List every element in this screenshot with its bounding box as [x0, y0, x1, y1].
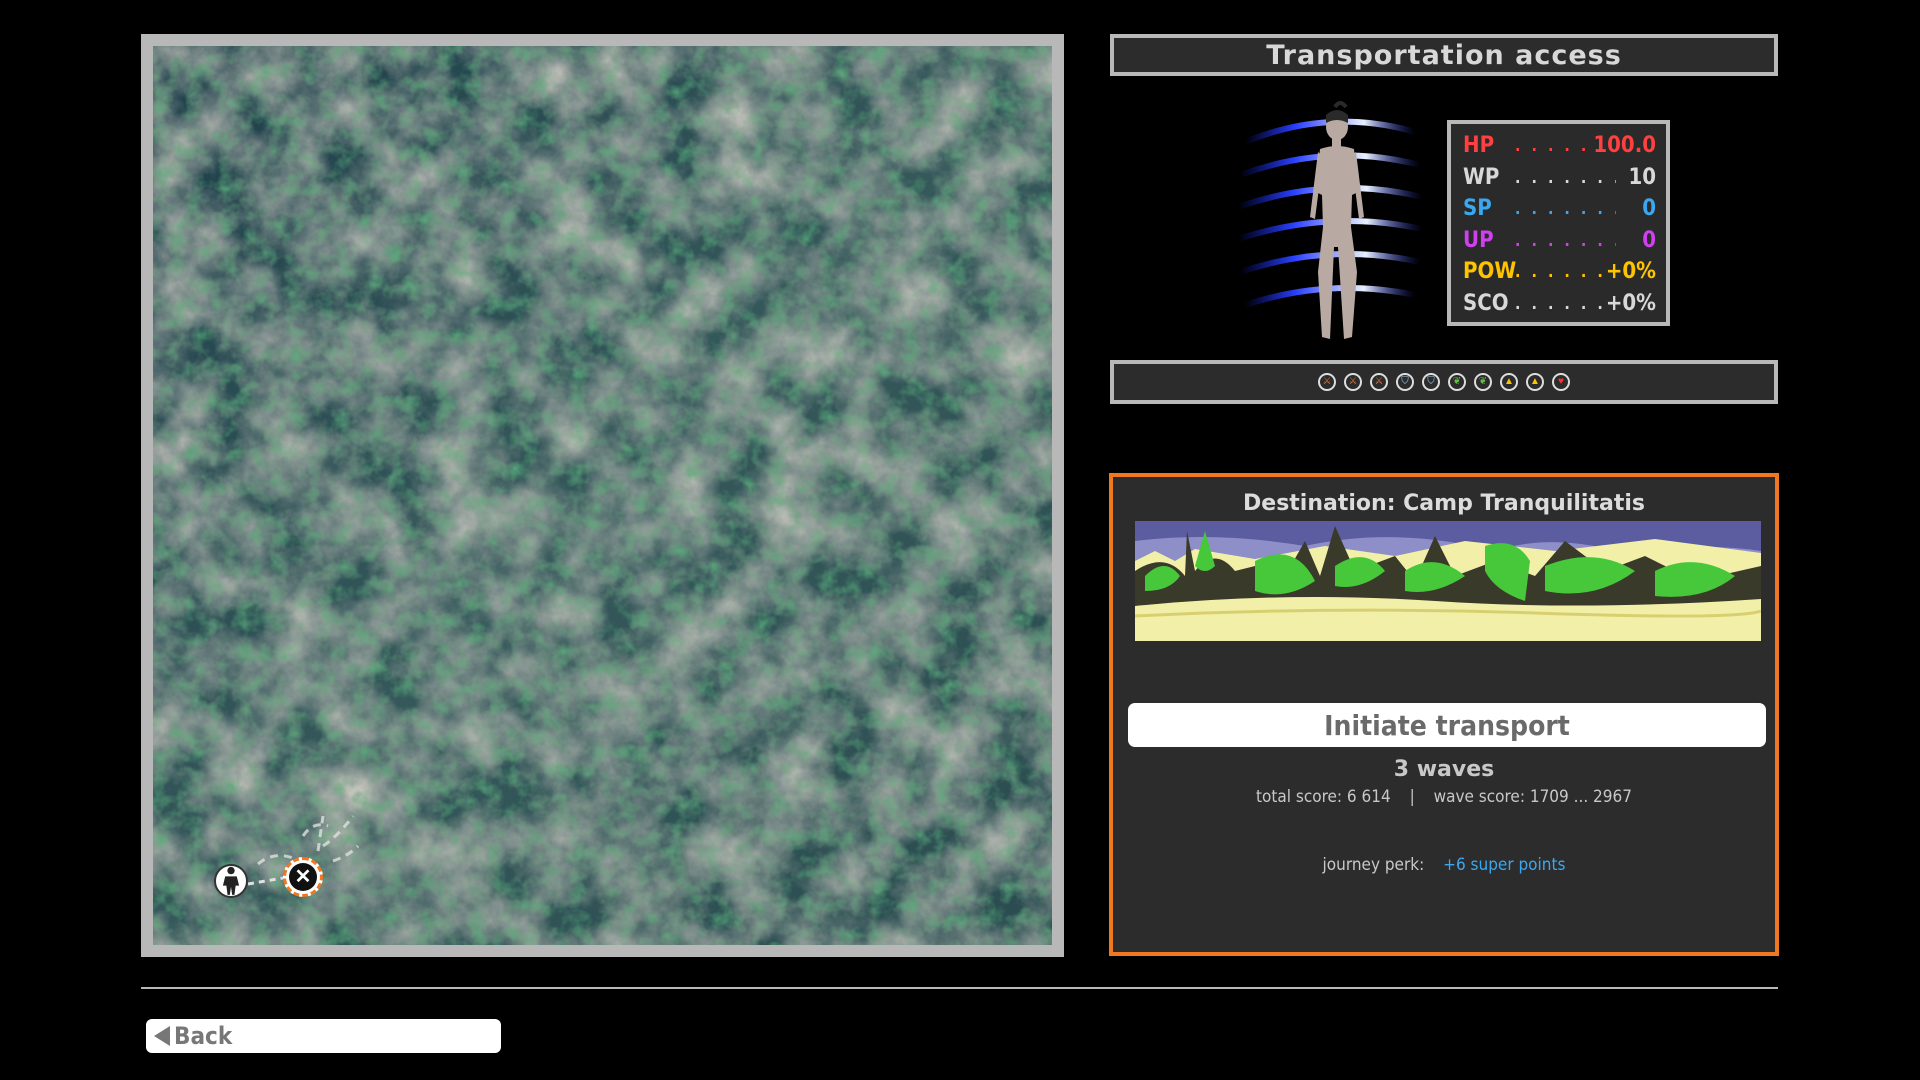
- leaf-buff-icon[interactable]: ❦: [1448, 373, 1466, 391]
- back-button[interactable]: Back: [146, 1019, 501, 1053]
- destination-title: Destination: Camp Tranquilitatis: [1243, 491, 1645, 516]
- terrain-texture: [153, 46, 1052, 945]
- stat-row-up: UP . . . . . . . . . . . . 0: [1463, 225, 1656, 257]
- close-x-icon: ✕: [289, 863, 317, 891]
- stat-dots: . . . . . . . . . . . .: [1515, 199, 1616, 219]
- stat-value: 100.0: [1593, 133, 1656, 159]
- stat-value: 10: [1628, 164, 1656, 190]
- stat-label: WP: [1463, 164, 1500, 190]
- back-label: Back: [174, 1022, 233, 1050]
- stat-dots: . . . . . .: [1515, 262, 1606, 282]
- terrain-map[interactable]: ✕: [153, 46, 1052, 945]
- stat-row-sco: SCO . . . . . . +0%: [1463, 288, 1656, 320]
- perk-value: +6 super points: [1443, 855, 1566, 875]
- stat-dots: . . . . . . . . . . . .: [1515, 230, 1616, 250]
- stat-value: 0: [1642, 196, 1656, 222]
- stat-label: SCO: [1463, 290, 1509, 316]
- stat-row-hp: HP . . . . . . . . . . 100.0: [1463, 130, 1656, 162]
- sword-buff-icon[interactable]: ⚔: [1344, 373, 1362, 391]
- shield-buff-icon[interactable]: ⛉: [1422, 373, 1440, 391]
- perk-label: journey perk:: [1322, 855, 1425, 875]
- map-frame: ✕: [141, 34, 1064, 957]
- stat-row-wp: WP . . . . . . . . . . 10: [1463, 162, 1656, 194]
- score-separator: |: [1409, 787, 1415, 807]
- player-marker: [214, 864, 248, 898]
- score-line: total score: 6 614 | wave score: 1709 ..…: [1113, 787, 1775, 807]
- stat-value: +0%: [1605, 259, 1656, 285]
- heart-buff-icon[interactable]: ♥: [1552, 373, 1570, 391]
- wave-score: wave score: 1709 ... 2967: [1433, 787, 1632, 807]
- destination-preview-image: [1135, 521, 1761, 641]
- character-portrait: [1230, 97, 1440, 352]
- buff-bar: ⚔ ⚔ ⚔ ⛉ ⛉ ❦ ❦ ▲ ▲ ♥: [1110, 360, 1778, 404]
- stat-label: POW: [1463, 259, 1517, 285]
- sword-buff-icon[interactable]: ⚔: [1318, 373, 1336, 391]
- stat-label: SP: [1463, 196, 1492, 222]
- page-title: Transportation access: [1266, 39, 1622, 71]
- journey-perk: journey perk: +6 super points: [1113, 855, 1775, 875]
- stat-value: 0: [1642, 227, 1656, 253]
- stat-dots: . . . . . . . . . .: [1515, 136, 1593, 156]
- arrow-up-buff-icon[interactable]: ▲: [1500, 373, 1518, 391]
- total-score: total score: 6 614: [1256, 787, 1391, 807]
- destination-panel: Destination: Camp Tranquilitatis Initiat…: [1109, 473, 1779, 956]
- stat-row-sp: SP . . . . . . . . . . . . 0: [1463, 193, 1656, 225]
- sword-buff-icon[interactable]: ⚔: [1370, 373, 1388, 391]
- stat-label: UP: [1463, 227, 1494, 253]
- stat-label: HP: [1463, 133, 1495, 159]
- stat-row-pow: POW . . . . . . +0%: [1463, 256, 1656, 288]
- leaf-buff-icon[interactable]: ❦: [1474, 373, 1492, 391]
- player-figure-icon: [222, 866, 240, 895]
- title-bar: Transportation access: [1110, 34, 1778, 76]
- back-arrow-icon: [154, 1026, 170, 1046]
- shield-buff-icon[interactable]: ⛉: [1396, 373, 1414, 391]
- destination-marker[interactable]: ✕: [283, 857, 323, 897]
- stat-dots: . . . . . .: [1515, 293, 1606, 313]
- initiate-transport-button[interactable]: Initiate transport: [1128, 703, 1766, 747]
- divider: [141, 987, 1778, 989]
- waves-count: 3 waves: [1393, 757, 1495, 782]
- stats-panel: HP . . . . . . . . . . 100.0 WP . . . . …: [1447, 120, 1670, 326]
- arrow-up-buff-icon[interactable]: ▲: [1526, 373, 1544, 391]
- stat-value: +0%: [1605, 290, 1656, 316]
- stat-dots: . . . . . . . . . .: [1515, 167, 1616, 187]
